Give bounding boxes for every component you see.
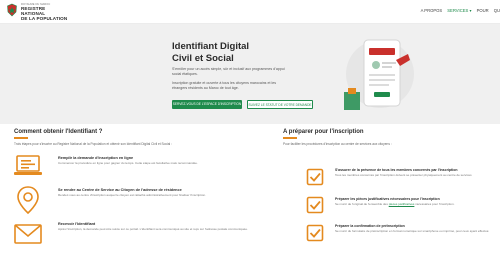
laptop-form-icon <box>14 155 42 175</box>
supporting-documents-link[interactable]: pièces justificatives <box>389 202 415 206</box>
brand-line-3: DE LA POPULATION <box>21 16 68 21</box>
hero-banner: Identifiant Digital Civil et Social S'en… <box>0 24 500 124</box>
preparation-intro: Pour faciliter les procédures d'inscript… <box>283 142 392 146</box>
nav-services[interactable]: SERVICES ▾ <box>447 8 471 13</box>
section-accent-bar-right <box>283 137 297 139</box>
nav-pour[interactable]: POUR <box>477 8 489 13</box>
hero-title-line-1: Identifiant Digital <box>172 41 250 52</box>
hero-title-line-2: Civil et Social <box>172 52 234 64</box>
item-2-title: Préparer les pièces justificatives néces… <box>335 197 440 201</box>
site-header: ROYAUME DU MAROC REGISTRE NATIONAL DE LA… <box>0 0 500 24</box>
item-2-desc: Se munir de l'original de l'ensemble des… <box>335 202 455 206</box>
registration-space-button[interactable]: SERVEZ-VOUS DE L'ESPACE D'INSCRIPTION <box>172 100 242 109</box>
hero-description-2: Inscription gratuite et ouverte à tous l… <box>172 81 277 90</box>
section-accent-bar <box>14 137 28 139</box>
checkbox-icon <box>306 168 324 186</box>
envelope-icon <box>14 224 42 244</box>
hero-title: Identifiant Digital Civil et Social <box>172 41 322 64</box>
item-1-title: S'assurer de la présence de tous les mem… <box>335 168 458 172</box>
map-pin-icon <box>17 186 39 215</box>
step-3-desc: Après l'inscription, la demande peut êtr… <box>58 227 248 231</box>
step-3-title: Recevoir l'Identifiant <box>58 222 96 226</box>
step-2-title: Se rendre au Centre de Service au Citoye… <box>58 188 182 192</box>
track-request-button[interactable]: SUIVEZ LE STATUT DE VOTRE DEMANDE <box>247 100 313 109</box>
checkbox-icon <box>306 224 324 242</box>
step-1-desc: Commencer la procédure en ligne pour gag… <box>58 161 198 165</box>
nav-a-propos[interactable]: A PROPOS <box>421 8 443 13</box>
step-2-desc: Rendez-vous au centre d'inscription auqu… <box>58 193 206 197</box>
brand-name[interactable]: ROYAUME DU MAROC REGISTRE NATIONAL DE LA… <box>21 3 67 21</box>
hero-description: S'enrôler pour un accès simple, sûr et i… <box>172 67 285 76</box>
phone-form-illustration-icon <box>344 39 414 110</box>
main-nav: A PROPOS SERVICES ▾ POUR QU <box>421 8 500 13</box>
how-to-obtain-title: Comment obtenir l'Identifiant ? <box>14 129 103 135</box>
coat-of-arms-logo-icon[interactable] <box>6 3 18 17</box>
nav-qu[interactable]: QU <box>494 8 500 13</box>
preparation-title: A préparer pour l'inscription <box>283 129 364 135</box>
item-1-desc: Tous les membres concernés par l'inscrip… <box>335 173 472 177</box>
item-3-desc: Se munir du formulaire de préinscription… <box>335 229 489 233</box>
step-1-title: Remplir la demande d'inscription en lign… <box>58 156 134 160</box>
item-3-title: Préparer la confirmation de préinscripti… <box>335 224 405 228</box>
checkbox-icon <box>306 196 324 214</box>
how-to-obtain-intro: Trois étapes pour s'inscrire au Registre… <box>14 142 172 146</box>
